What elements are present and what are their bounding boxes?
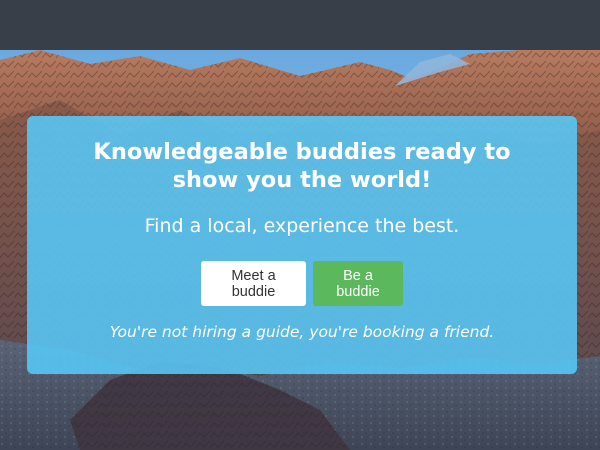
cta-button-group: Meet a buddie Be a buddie [27, 261, 577, 306]
meet-a-buddie-button[interactable]: Meet a buddie [201, 261, 306, 306]
hero-headline: Knowledgeable buddies ready to show you … [93, 139, 511, 193]
hero-tagline: You're not hiring a guide, you're bookin… [109, 323, 495, 341]
hero-subheadline: Find a local, experience the best. [144, 215, 460, 237]
top-navbar [0, 0, 600, 50]
hero-card: Knowledgeable buddies ready to show you … [27, 116, 577, 374]
landing-page: Knowledgeable buddies ready to show you … [0, 0, 600, 450]
be-a-buddie-button[interactable]: Be a buddie [313, 261, 403, 306]
